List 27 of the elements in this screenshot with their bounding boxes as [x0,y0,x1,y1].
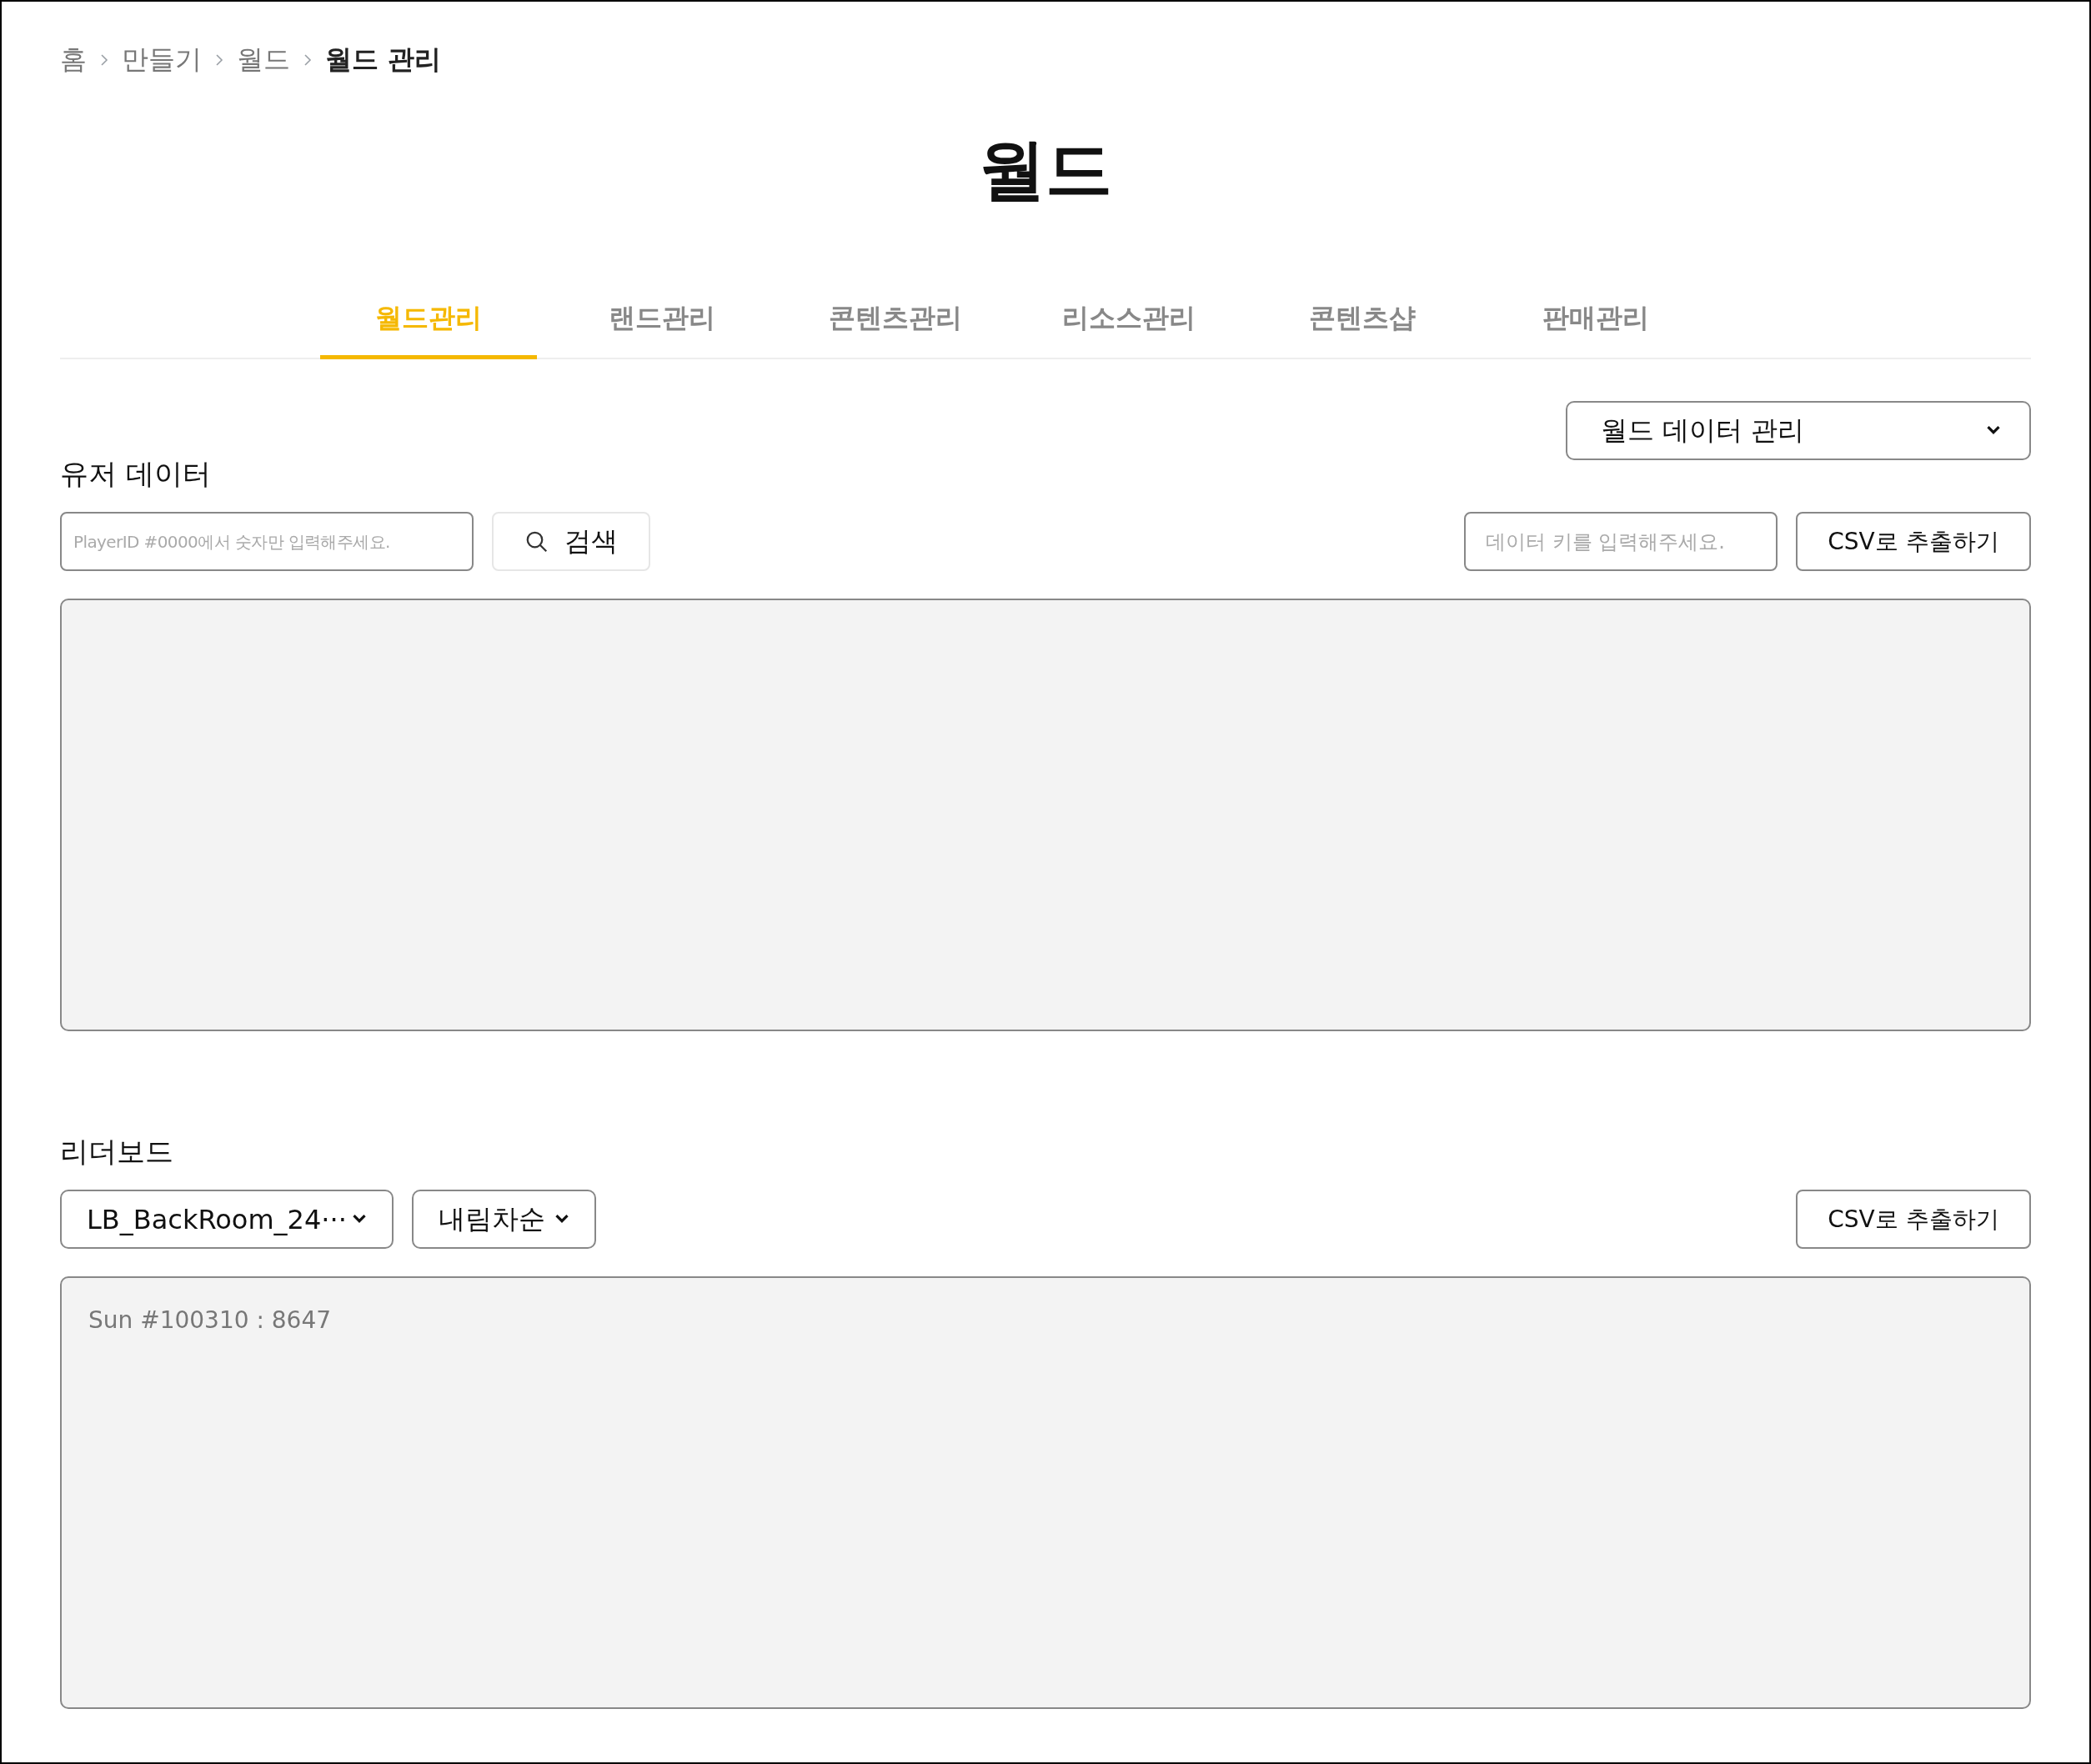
tab[interactable]: 콘텐츠샵 [1254,300,1471,359]
export-csv-button[interactable]: CSV로 추출하기 [1796,1190,2031,1249]
player-id-field[interactable]: PlayerID #0000에서 숫자만 입력해주세요. [60,512,474,571]
caret-icon [352,1214,367,1225]
chevron-right-icon [303,53,312,67]
section-heading: 리더보드 [60,1134,174,1170]
leaderboard-entry: Sun #100310 : 8647 [88,1306,332,1334]
export-csv-button[interactable]: CSV로 추출하기 [1796,512,2031,571]
tab[interactable]: 리소스관리 [1020,300,1237,359]
tab[interactable]: 판매관리 [1487,300,1704,359]
data-key-field[interactable]: 데이터 키를 입력해주세요. [1464,512,1778,571]
breadcrumb-link[interactable]: 홈 [60,42,87,78]
data-select[interactable]: 월드 데이터 관리 [1566,401,2031,460]
tab[interactable]: 콘텐츠관리 [787,300,1004,359]
caret-icon [1986,425,2001,436]
breadcrumb-link[interactable]: 만들기 [122,42,202,78]
sort-order-select[interactable]: 내림차순 [412,1190,596,1249]
page-title: 월드 [978,130,1113,210]
chevron-right-icon [215,53,223,67]
section-heading: 유저 데이터 [60,456,212,492]
caret-icon [554,1214,569,1225]
leaderboard-select[interactable]: LB_BackRoom_24··· [60,1190,394,1249]
tab[interactable]: 랜드관리 [554,300,770,359]
breadcrumb-link[interactable]: 월드 관리 [325,42,442,78]
search-button[interactable]: 검색 [492,512,650,571]
chevron-right-icon [100,53,108,67]
breadcrumb-link[interactable]: 월드 [237,42,290,78]
